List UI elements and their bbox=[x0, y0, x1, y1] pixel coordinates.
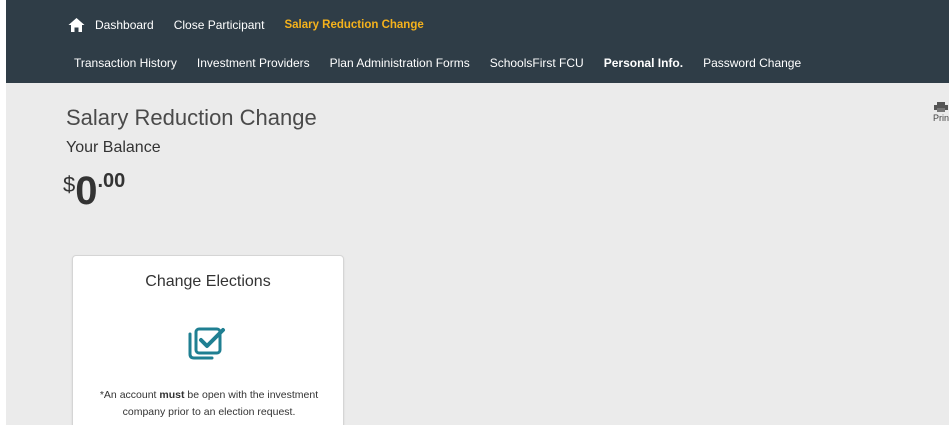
primary-nav: Dashboard Close Participant Salary Reduc… bbox=[68, 8, 444, 42]
card-note: *An account must be open with the invest… bbox=[83, 387, 335, 421]
checkbox-stack-icon[interactable] bbox=[186, 326, 226, 362]
nav-link-salary-reduction-change[interactable]: Salary Reduction Change bbox=[284, 19, 423, 31]
balance-label: Your Balance bbox=[66, 139, 161, 156]
home-icon[interactable] bbox=[68, 17, 85, 33]
nav-link-schoolsfirst-fcu[interactable]: SchoolsFirst FCU bbox=[490, 56, 584, 70]
top-navigation: Dashboard Close Participant Salary Reduc… bbox=[6, 0, 949, 83]
nav-link-transaction-history[interactable]: Transaction History bbox=[74, 56, 177, 70]
nav-link-close-participant[interactable]: Close Participant bbox=[174, 18, 265, 32]
change-elections-card[interactable]: Change Elections *An account must be ope… bbox=[72, 255, 344, 425]
card-note-emphasis: must bbox=[159, 389, 185, 401]
nav-link-plan-administration-forms[interactable]: Plan Administration Forms bbox=[330, 56, 470, 70]
nav-link-personal-info[interactable]: Personal Info. bbox=[604, 56, 683, 70]
print-label: Prin bbox=[933, 113, 949, 123]
secondary-nav: Transaction History Investment Providers… bbox=[74, 50, 821, 76]
printer-icon bbox=[934, 102, 948, 112]
balance-cents: .00 bbox=[97, 170, 126, 192]
nav-link-investment-providers[interactable]: Investment Providers bbox=[197, 56, 310, 70]
balance-currency: $ bbox=[63, 172, 76, 197]
card-title: Change Elections bbox=[145, 273, 271, 290]
nav-link-dashboard[interactable]: Dashboard bbox=[95, 18, 154, 32]
page-title: Salary Reduction Change bbox=[66, 105, 317, 130]
card-note-prefix: *An account bbox=[99, 389, 160, 401]
nav-link-password-change[interactable]: Password Change bbox=[703, 56, 801, 70]
print-button[interactable]: Prin bbox=[928, 102, 949, 128]
balance-amount: $0.00 bbox=[63, 167, 125, 217]
balance-whole: 0 bbox=[75, 169, 98, 213]
